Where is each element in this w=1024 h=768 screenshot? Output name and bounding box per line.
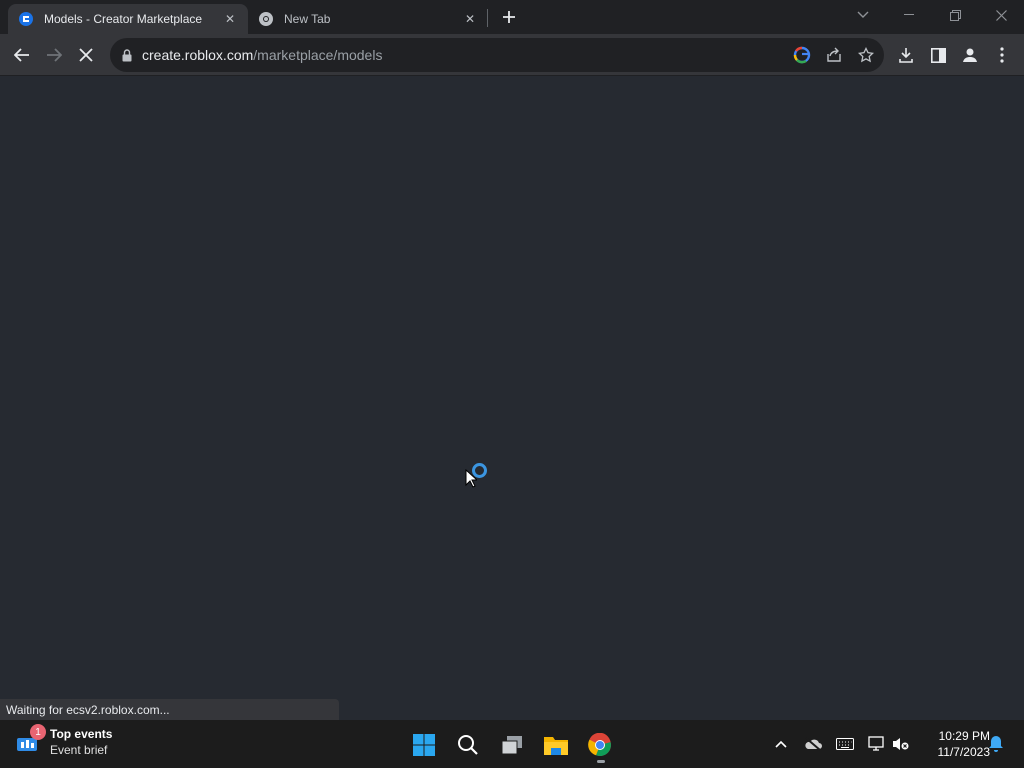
chrome-menu-icon[interactable]: [986, 39, 1018, 71]
url-path: /marketplace/models: [253, 47, 383, 63]
back-arrow-icon[interactable]: [6, 39, 38, 71]
mouse-cursor-icon: [465, 469, 477, 488]
forward-arrow-icon[interactable]: [38, 39, 70, 71]
stop-loading-icon[interactable]: [70, 39, 102, 71]
tab-strip: Models - Creator Marketplace ✕ New Tab ✕: [0, 0, 1024, 34]
status-bar: Waiting for ecsv2.roblox.com...: [0, 699, 339, 720]
keyboard-icon[interactable]: [835, 734, 855, 754]
windows-taskbar: 1 Top events Event brief 10:29 PM 11/7/2…: [0, 720, 1024, 768]
download-icon[interactable]: [890, 39, 922, 71]
windows-start-icon[interactable]: [407, 728, 441, 762]
widget-subtitle: Event brief: [50, 743, 108, 757]
notification-bell-icon[interactable]: [986, 734, 1006, 754]
tab-title: Models - Creator Marketplace: [44, 12, 203, 26]
side-panel-icon[interactable]: [922, 39, 954, 71]
tab-search-chevron-down-icon[interactable]: [848, 4, 878, 26]
address-bar[interactable]: create.roblox.com/marketplace/models: [110, 38, 884, 72]
restore-icon[interactable]: [940, 4, 970, 26]
tab-models-creator-marketplace[interactable]: Models - Creator Marketplace ✕: [8, 4, 248, 34]
notification-badge: 1: [30, 724, 46, 740]
new-tab-button[interactable]: [498, 6, 520, 28]
onedrive-offline-icon[interactable]: [803, 734, 823, 754]
tab-new-tab[interactable]: New Tab ✕: [248, 4, 488, 34]
volume-muted-icon[interactable]: [891, 734, 911, 754]
close-tab-icon[interactable]: ✕: [462, 11, 478, 27]
widgets-button[interactable]: 1 Top events Event brief: [16, 724, 113, 758]
bookmark-star-icon[interactable]: [854, 43, 878, 67]
running-indicator: [597, 760, 605, 763]
file-explorer-icon[interactable]: [539, 728, 573, 762]
profile-avatar-icon[interactable]: [954, 39, 986, 71]
url-text: create.roblox.com/marketplace/models: [142, 47, 382, 63]
minimize-icon[interactable]: [894, 4, 924, 26]
url-host: create.roblox.com: [142, 47, 254, 63]
google-lens-icon[interactable]: [790, 43, 814, 67]
tab-title: New Tab: [284, 12, 331, 26]
lock-icon[interactable]: [120, 47, 134, 63]
clock-time: 10:29 PM: [938, 729, 990, 743]
clock[interactable]: 10:29 PM 11/7/2023: [916, 728, 991, 760]
task-view-icon[interactable]: [495, 728, 529, 762]
tab-divider: [487, 9, 488, 27]
page-content: [0, 77, 1024, 719]
search-icon[interactable]: [451, 728, 485, 762]
chrome-icon: [258, 11, 274, 27]
clock-date: 11/7/2023: [937, 745, 991, 759]
chrome-taskbar-icon[interactable]: [583, 728, 617, 762]
network-icon[interactable]: [867, 734, 887, 754]
roblox-studio-icon: [18, 11, 34, 27]
close-window-icon[interactable]: [986, 4, 1016, 26]
share-icon[interactable]: [822, 43, 846, 67]
close-tab-icon[interactable]: ✕: [222, 11, 238, 27]
widget-title: Top events: [50, 727, 113, 741]
show-hidden-icons-chevron-up-icon[interactable]: [771, 734, 791, 754]
browser-toolbar: create.roblox.com/marketplace/models: [0, 34, 1024, 76]
widgets-icon: 1: [16, 724, 46, 754]
